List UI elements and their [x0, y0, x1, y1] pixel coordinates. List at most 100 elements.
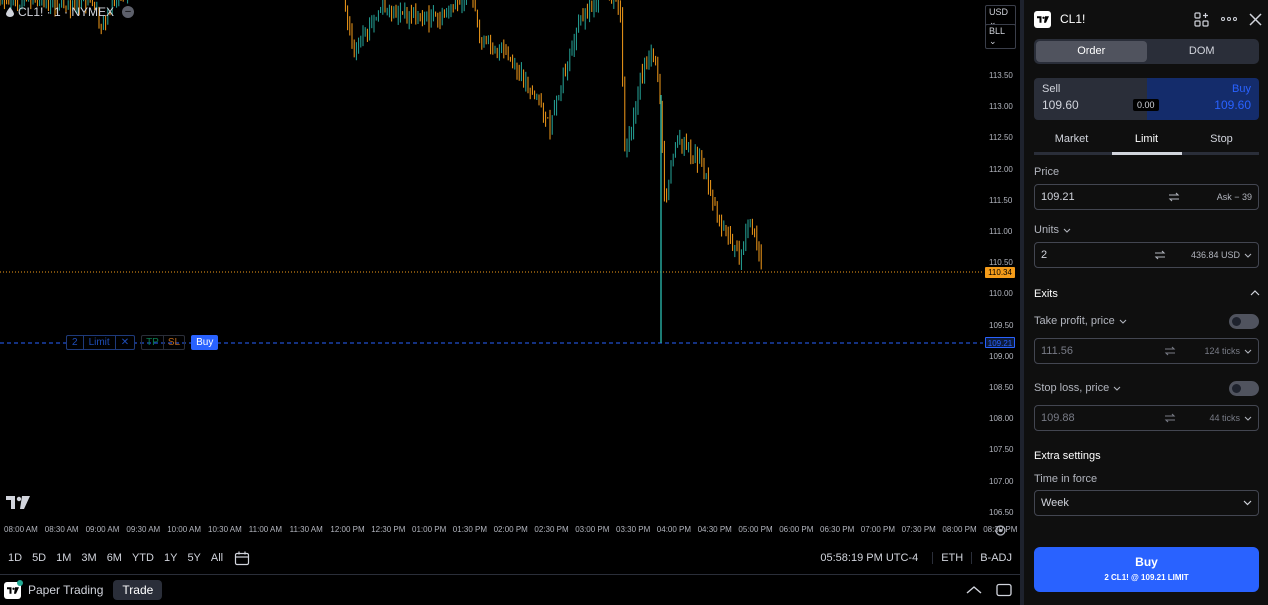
- time-axis-label: 12:00 PM: [330, 525, 365, 534]
- order-line-buy-button[interactable]: Buy: [191, 335, 219, 350]
- stop-loss-field[interactable]: 109.88 44 ticks: [1034, 405, 1259, 431]
- swap-icon[interactable]: [1154, 192, 1194, 202]
- order-price-tag[interactable]: 109.21: [985, 337, 1015, 348]
- session-toggle[interactable]: ETH: [932, 552, 971, 564]
- price-field[interactable]: 109.21 Ask − 39: [1034, 184, 1259, 210]
- hide-legend-icon[interactable]: –: [122, 6, 135, 18]
- range-button[interactable]: YTD: [127, 552, 159, 564]
- take-profit-toggle[interactable]: [1229, 314, 1259, 329]
- chevron-down-icon: [1063, 228, 1071, 233]
- symbol-legend[interactable]: CL1! · 1 · NYMEX –: [6, 5, 135, 19]
- chevron-down-icon: [1243, 500, 1252, 506]
- buy-button[interactable]: Buy 109.60: [1146, 78, 1259, 120]
- time-axis-label: 08:30 AM: [44, 525, 79, 534]
- swap-icon[interactable]: [1140, 250, 1180, 260]
- add-widget-icon[interactable]: [1194, 11, 1209, 27]
- unit-dropdown[interactable]: BLL ⌄: [985, 24, 1016, 49]
- time-axis-label: 04:30 PM: [697, 525, 732, 534]
- sell-button[interactable]: Sell 109.60: [1034, 78, 1147, 120]
- range-button[interactable]: All: [206, 552, 228, 564]
- units-label-text: Units: [1034, 224, 1060, 236]
- take-profit-field[interactable]: 111.56 124 ticks: [1034, 338, 1259, 364]
- tradingview-logo-icon[interactable]: [6, 496, 30, 509]
- sell-buy-selector: Sell 109.60 Buy 109.60 0.00: [1034, 78, 1259, 120]
- tab-trade[interactable]: Trade: [113, 580, 163, 600]
- time-in-force-value: Week: [1041, 497, 1069, 509]
- units-field[interactable]: 2 436.84 USD: [1034, 242, 1259, 268]
- range-button[interactable]: 3M: [76, 552, 101, 564]
- range-button[interactable]: 5Y: [182, 552, 205, 564]
- time-axis-label: 08:00 PM: [942, 525, 977, 534]
- spread-badge: 0.00: [1133, 99, 1159, 111]
- submit-buy-button[interactable]: Buy 2 CL1! @ 109.21 LIMIT: [1034, 547, 1259, 592]
- order-line-type[interactable]: Limit: [84, 336, 116, 349]
- symbol-legend-text: CL1! · 1 · NYMEX: [18, 5, 115, 19]
- chevron-down-icon[interactable]: [1244, 253, 1252, 258]
- tradingview-logo-icon: [1034, 10, 1051, 28]
- stop-loss-label[interactable]: Stop loss, price: [1034, 382, 1121, 394]
- price-chart[interactable]: [0, 0, 1020, 545]
- adjustment-toggle[interactable]: B-ADJ: [971, 552, 1020, 564]
- swap-icon[interactable]: [1150, 413, 1190, 423]
- chevron-down-icon: [1113, 386, 1121, 391]
- time-axis-label: 02:00 PM: [493, 525, 528, 534]
- buy-price: 109.60: [1214, 98, 1251, 112]
- time-axis-label: 10:00 AM: [167, 525, 201, 534]
- order-line-box[interactable]: 2 Limit ✕: [66, 335, 136, 350]
- last-price-tag: 110.34: [985, 267, 1015, 278]
- price-offset[interactable]: Ask − 39: [1194, 192, 1252, 202]
- range-button[interactable]: 5D: [27, 552, 51, 564]
- paper-trading-label[interactable]: Paper Trading: [28, 583, 103, 597]
- paper-trading-logo[interactable]: [4, 579, 23, 599]
- time-axis-label: 01:30 PM: [452, 525, 488, 534]
- sell-label: Sell: [1042, 83, 1061, 95]
- chevron-down-icon[interactable]: [1244, 416, 1252, 421]
- stop-loss-value[interactable]: 109.88: [1041, 412, 1150, 424]
- panel-symbol[interactable]: CL1!: [1060, 12, 1085, 26]
- order-line-widget[interactable]: 2 Limit ✕ TP SL Buy: [66, 335, 219, 350]
- close-icon[interactable]: [1249, 12, 1262, 26]
- sell-price: 109.60: [1042, 98, 1079, 112]
- maximize-panel-icon[interactable]: [996, 583, 1012, 597]
- time-axis-label: 06:30 PM: [820, 525, 855, 534]
- take-profit-label[interactable]: Take profit, price: [1034, 315, 1127, 327]
- stop-loss-ticks: 44 ticks: [1209, 413, 1240, 423]
- price-axis-label: 107.00: [989, 476, 1014, 486]
- stop-loss-toggle[interactable]: [1229, 381, 1259, 396]
- chevron-up-icon[interactable]: [1250, 290, 1260, 296]
- chevron-down-icon[interactable]: [1244, 349, 1252, 354]
- tp-sl-group[interactable]: TP SL: [141, 335, 186, 350]
- clock[interactable]: 05:58:19 PM UTC-4: [820, 552, 918, 564]
- range-button[interactable]: 1Y: [159, 552, 182, 564]
- price-axis-label: 112.00: [989, 164, 1013, 174]
- sl-button[interactable]: SL: [164, 336, 184, 349]
- tab-order[interactable]: Order: [1036, 41, 1147, 62]
- range-button[interactable]: 1M: [51, 552, 76, 564]
- gear-icon[interactable]: [994, 524, 1007, 537]
- price-label: Price: [1034, 166, 1059, 178]
- price-axis-label: 109.50: [989, 320, 1014, 330]
- time-in-force-select[interactable]: Week: [1034, 490, 1259, 516]
- submit-title: Buy: [1135, 555, 1158, 569]
- take-profit-value[interactable]: 111.56: [1041, 345, 1150, 357]
- tp-button[interactable]: TP: [142, 336, 164, 349]
- chart-pane[interactable]: CL1! · 1 · NYMEX – USD ⌄ BLL ⌄ 113.50 113…: [0, 0, 1020, 545]
- more-icon[interactable]: [1221, 17, 1237, 21]
- exits-title: Exits: [1034, 288, 1058, 300]
- order-line-qty[interactable]: 2: [67, 336, 84, 349]
- order-line-close-icon[interactable]: ✕: [116, 336, 134, 349]
- tab-dom[interactable]: DOM: [1147, 41, 1258, 62]
- swap-icon[interactable]: [1150, 346, 1190, 356]
- range-button[interactable]: 6M: [102, 552, 127, 564]
- units-input-value[interactable]: 2: [1041, 249, 1140, 261]
- units-label[interactable]: Units: [1034, 224, 1071, 236]
- calendar-icon[interactable]: [234, 551, 250, 566]
- time-axis-label: 11:30 AM: [289, 525, 323, 534]
- chevron-up-icon[interactable]: [966, 585, 982, 595]
- connected-dot: [17, 579, 23, 586]
- price-input-value[interactable]: 109.21: [1041, 191, 1154, 203]
- order-panel: CL1! Order DOM Sell 109.60 Buy 109.60 0.…: [1024, 0, 1268, 605]
- mode-tabs: Order DOM: [1034, 39, 1259, 64]
- price-axis-label: 107.50: [989, 445, 1014, 455]
- range-button[interactable]: 1D: [3, 552, 27, 564]
